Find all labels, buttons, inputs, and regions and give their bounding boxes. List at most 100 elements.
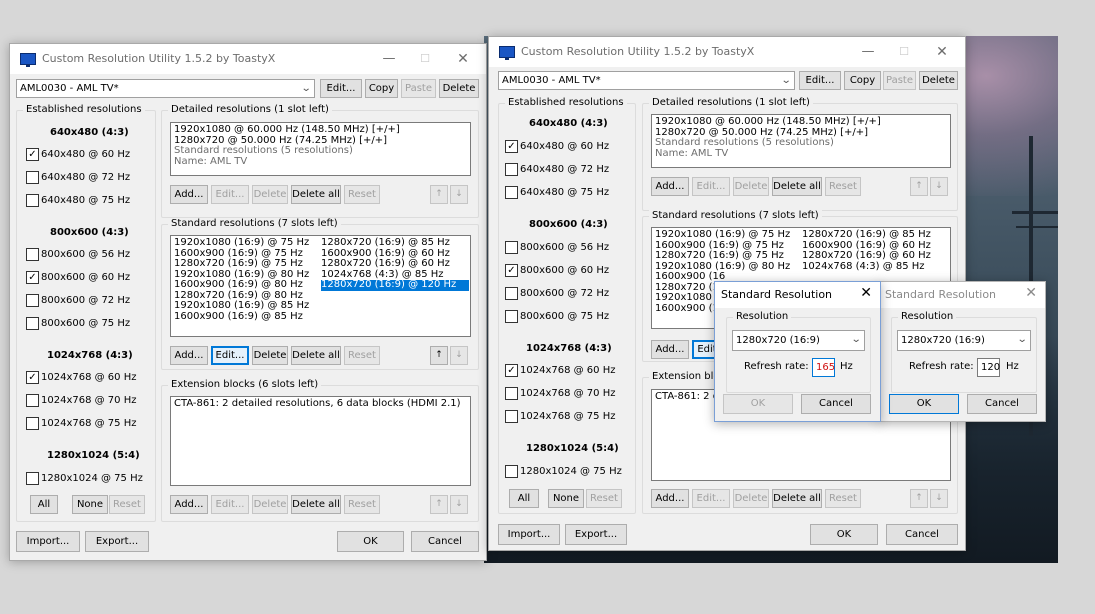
standard-delete-all-button[interactable]: Delete all	[291, 346, 341, 365]
ok-button[interactable]: OK	[810, 524, 878, 545]
detailed-delete-button[interactable]: Delete	[733, 177, 769, 196]
established-reset-button[interactable]: Reset	[109, 495, 145, 514]
ok-button[interactable]: OK	[337, 531, 404, 552]
extension-reset-button[interactable]: Reset	[344, 495, 380, 514]
paste-button[interactable]: Paste	[401, 79, 436, 98]
copy-button[interactable]: Copy	[365, 79, 398, 98]
export-button[interactable]: Export...	[565, 524, 627, 545]
extension-down-button[interactable]: ↓	[930, 489, 948, 508]
checkbox-1280x1024-75[interactable]: 1280x1024 @ 75 Hz	[26, 472, 143, 486]
detailed-up-button[interactable]: ↑	[430, 185, 448, 204]
checkbox-1024x768-60[interactable]: ✓ 1024x768 @ 60 Hz	[505, 364, 615, 378]
standard-up-button[interactable]: ↑	[430, 346, 448, 365]
checkbox-640x480-72[interactable]: 640x480 @ 72 Hz	[26, 171, 130, 185]
checkbox-640x480-75[interactable]: 640x480 @ 75 Hz	[26, 194, 130, 208]
maximize-button[interactable]: ☐	[889, 41, 919, 63]
edit-display-button[interactable]: Edit...	[799, 71, 841, 90]
paste-button[interactable]: Paste	[883, 71, 916, 90]
detailed-up-button[interactable]: ↑	[910, 177, 928, 196]
import-button[interactable]: Import...	[16, 531, 80, 552]
checkbox-1280x1024-75[interactable]: 1280x1024 @ 75 Hz	[505, 465, 622, 479]
resolution-select[interactable]: 1280x720 (16:9) ⌄	[897, 330, 1031, 351]
extension-up-button[interactable]: ↑	[910, 489, 928, 508]
select-all-button[interactable]: All	[30, 495, 58, 514]
display-select[interactable]: AML0030 - AML TV* ⌄	[16, 79, 315, 98]
checkbox-800x600-72[interactable]: 800x600 @ 72 Hz	[26, 294, 130, 308]
list-item[interactable]: 1920x1080 (16:9) @ 75 Hz	[174, 237, 309, 249]
standard-resolutions-list[interactable]: 1920x1080 (16:9) @ 75 Hz 1600x900 (16:9)…	[170, 235, 471, 337]
extension-add-button[interactable]: Add...	[651, 489, 689, 508]
list-item[interactable]: 1280x720 (16:9) @ 85 Hz	[321, 237, 469, 249]
cancel-button[interactable]: Cancel	[967, 394, 1037, 414]
checkbox-800x600-75[interactable]: 800x600 @ 75 Hz	[26, 317, 130, 331]
list-item[interactable]: 1600x900 (16:9) @ 80 Hz	[174, 279, 309, 291]
extension-add-button[interactable]: Add...	[170, 495, 208, 514]
extension-delete-button[interactable]: Delete	[733, 489, 769, 508]
list-item[interactable]: 1280x720 (16:9) @ 60 Hz	[802, 250, 931, 262]
extension-edit-button[interactable]: Edit...	[211, 495, 249, 514]
resolution-select[interactable]: 1280x720 (16:9) ⌄	[732, 330, 865, 351]
select-none-button[interactable]: None	[548, 489, 584, 508]
detailed-edit-button[interactable]: Edit...	[211, 185, 249, 204]
list-item-selected[interactable]: 1280x720 (16:9) @ 120 Hz	[321, 279, 469, 291]
list-item[interactable]: Standard resolutions (5 resolutions)	[655, 137, 947, 149]
minimize-button[interactable]: —	[374, 48, 404, 70]
standard-add-button[interactable]: Add...	[170, 346, 208, 365]
detailed-resolutions-list[interactable]: 1920x1080 @ 60.000 Hz (148.50 MHz) [+/+]…	[651, 114, 951, 168]
list-item[interactable]: Name: AML TV	[655, 148, 947, 160]
close-icon[interactable]: ✕	[1025, 285, 1037, 301]
export-button[interactable]: Export...	[85, 531, 149, 552]
checkbox-640x480-75[interactable]: 640x480 @ 75 Hz	[505, 186, 609, 200]
extension-delete-all-button[interactable]: Delete all	[291, 495, 341, 514]
detailed-reset-button[interactable]: Reset	[825, 177, 861, 196]
list-item[interactable]: 1920x1080 @ 60.000 Hz (148.50 MHz) [+/+]	[174, 124, 467, 136]
checkbox-800x600-75[interactable]: 800x600 @ 75 Hz	[505, 310, 609, 324]
checkbox-640x480-72[interactable]: 640x480 @ 72 Hz	[505, 163, 609, 177]
detailed-delete-all-button[interactable]: Delete all	[291, 185, 341, 204]
maximize-button[interactable]: ☐	[410, 48, 440, 70]
list-item[interactable]: Standard resolutions (5 resolutions)	[174, 145, 467, 157]
ok-button[interactable]: OK	[889, 394, 959, 414]
cancel-button[interactable]: Cancel	[886, 524, 958, 545]
select-all-button[interactable]: All	[509, 489, 539, 508]
checkbox-1024x768-75[interactable]: 1024x768 @ 75 Hz	[26, 417, 136, 431]
checkbox-1024x768-75[interactable]: 1024x768 @ 75 Hz	[505, 410, 615, 424]
close-button[interactable]: ✕	[448, 48, 478, 70]
detailed-delete-button[interactable]: Delete	[252, 185, 288, 204]
checkbox-800x600-60[interactable]: ✓ 800x600 @ 60 Hz	[26, 271, 130, 285]
checkbox-800x600-72[interactable]: 800x600 @ 72 Hz	[505, 287, 609, 301]
cancel-button[interactable]: Cancel	[411, 531, 479, 552]
checkbox-800x600-56[interactable]: 800x600 @ 56 Hz	[26, 248, 130, 262]
standard-edit-button[interactable]: Edit...	[211, 346, 249, 365]
checkbox-640x480-60[interactable]: ✓ 640x480 @ 60 Hz	[505, 140, 609, 154]
list-item[interactable]: 1280x720 (16:9) @ 60 Hz	[321, 258, 469, 270]
extension-reset-button[interactable]: Reset	[825, 489, 861, 508]
detailed-edit-button[interactable]: Edit...	[692, 177, 730, 196]
list-item[interactable]: 1600x900 (16:9) @ 85 Hz	[174, 311, 309, 323]
ok-button[interactable]: OK	[723, 394, 793, 414]
detailed-resolutions-list[interactable]: 1920x1080 @ 60.000 Hz (148.50 MHz) [+/+]…	[170, 122, 471, 176]
standard-down-button[interactable]: ↓	[450, 346, 468, 365]
list-item[interactable]: 1920x1080 @ 60.000 Hz (148.50 MHz) [+/+]	[655, 116, 947, 128]
edit-display-button[interactable]: Edit...	[320, 79, 362, 98]
list-item[interactable]: 1280x720 (16:9) @ 75 Hz	[655, 250, 790, 262]
extension-edit-button[interactable]: Edit...	[692, 489, 730, 508]
cancel-button[interactable]: Cancel	[801, 394, 871, 414]
extension-delete-all-button[interactable]: Delete all	[772, 489, 822, 508]
checkbox-800x600-60[interactable]: ✓ 800x600 @ 60 Hz	[505, 264, 609, 278]
extension-delete-button[interactable]: Delete	[252, 495, 288, 514]
close-button[interactable]: ✕	[927, 41, 957, 63]
list-item[interactable]: 1920x1080 (16:9) @ 85 Hz	[174, 300, 309, 312]
checkbox-1024x768-70[interactable]: 1024x768 @ 70 Hz	[26, 394, 136, 408]
copy-button[interactable]: Copy	[844, 71, 881, 90]
detailed-reset-button[interactable]: Reset	[344, 185, 380, 204]
standard-add-button[interactable]: Add...	[651, 340, 689, 359]
list-item[interactable]: 1024x768 (4:3) @ 85 Hz	[802, 261, 931, 273]
display-select[interactable]: AML0030 - AML TV* ⌄	[498, 71, 795, 90]
standard-delete-button[interactable]: Delete	[252, 346, 288, 365]
delete-display-button[interactable]: Delete	[919, 71, 958, 90]
list-item[interactable]: 1920x1080 (16:9) @ 75 Hz	[655, 229, 790, 241]
refresh-rate-input[interactable]: 165	[812, 358, 835, 377]
detailed-delete-all-button[interactable]: Delete all	[772, 177, 822, 196]
import-button[interactable]: Import...	[498, 524, 560, 545]
